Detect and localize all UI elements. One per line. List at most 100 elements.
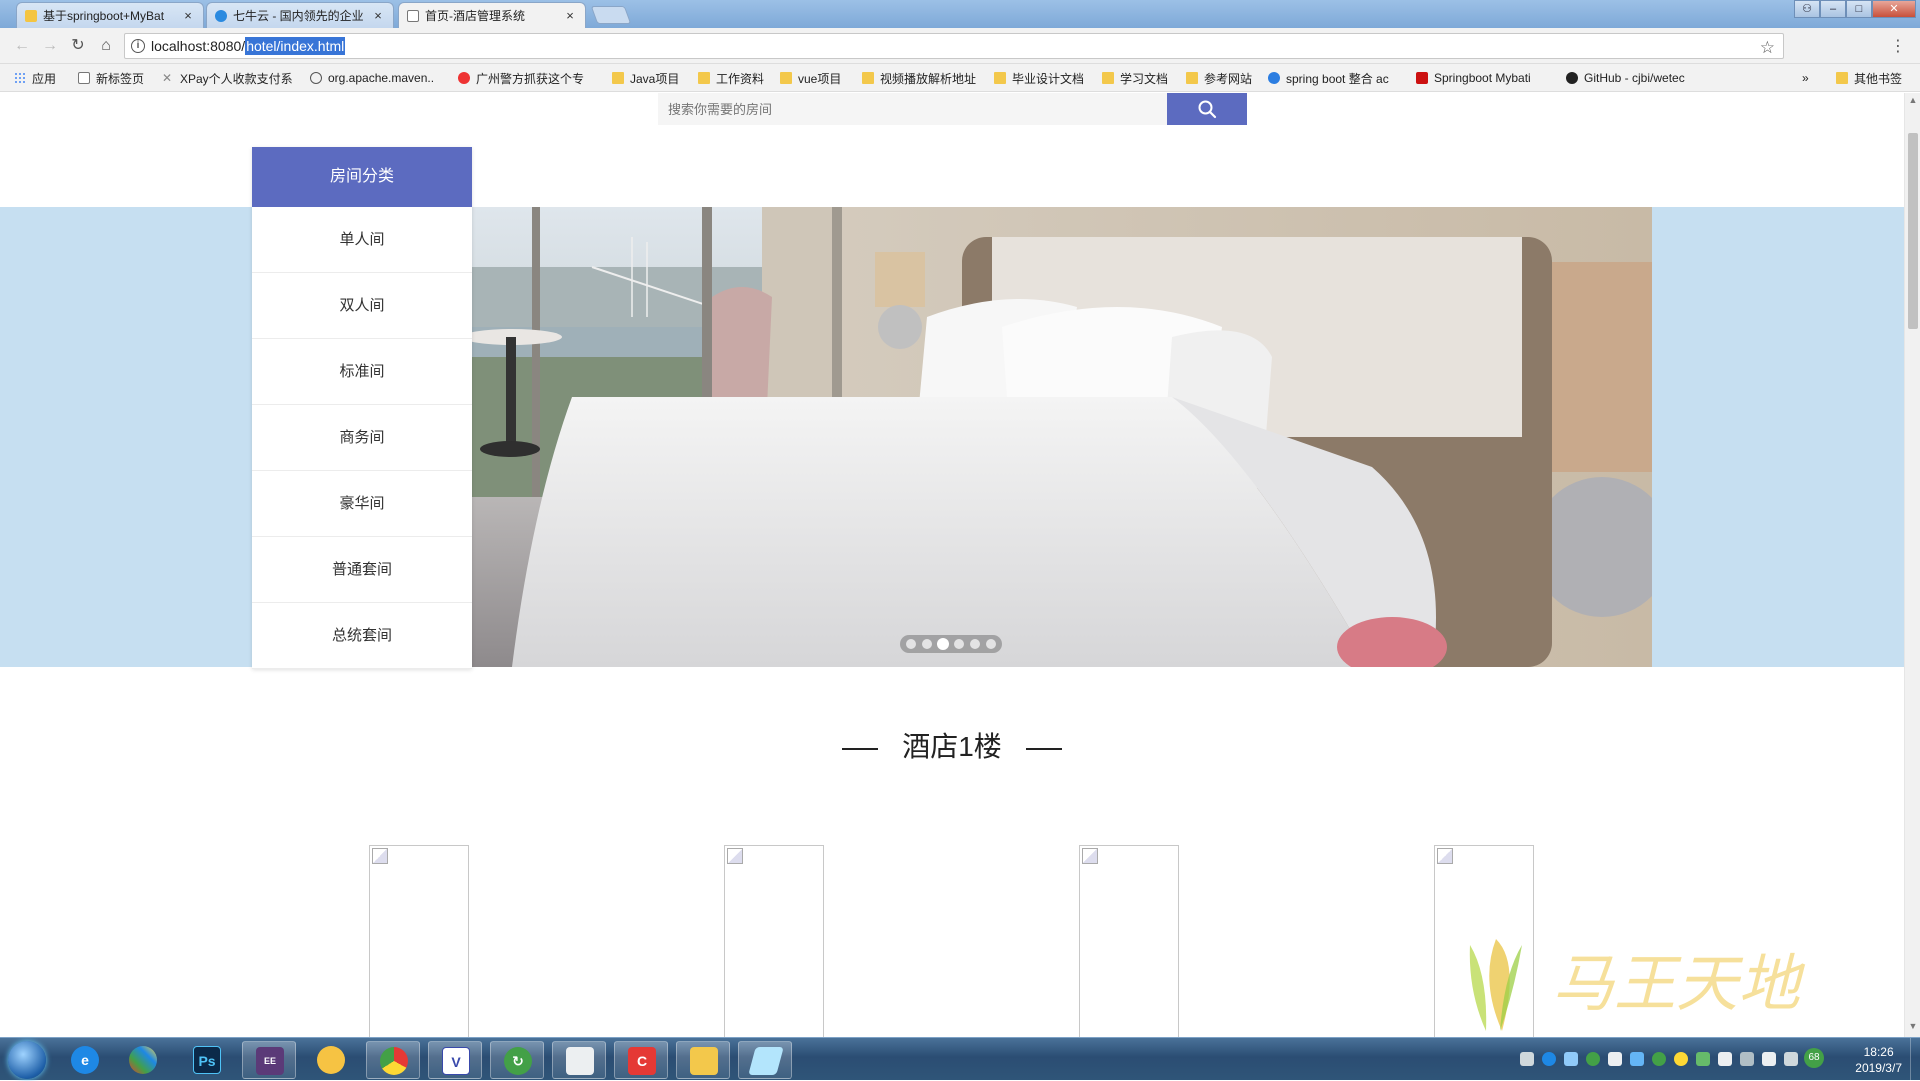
reload-icon[interactable]: ↻ xyxy=(68,36,88,56)
bookmark-item[interactable]: org.apache.maven.. xyxy=(310,70,434,86)
taskbar-app[interactable] xyxy=(116,1041,170,1079)
other-bookmarks-folder[interactable]: 其他书签 xyxy=(1836,70,1902,86)
room-card-image[interactable] xyxy=(1079,845,1179,1037)
folder-icon xyxy=(1836,72,1848,84)
browser-menu-icon[interactable]: ⋮ xyxy=(1890,36,1906,56)
close-tab-icon[interactable]: × xyxy=(371,8,385,23)
taskbar-app[interactable] xyxy=(304,1041,358,1079)
home-icon[interactable]: ⌂ xyxy=(96,36,116,56)
bookmark-label: Java项目 xyxy=(630,71,680,86)
browser-tab[interactable]: 基于springboot+MyBat × xyxy=(16,2,204,28)
carousel-dot[interactable] xyxy=(906,639,916,649)
category-deluxe-room[interactable]: 豪华间 xyxy=(252,471,472,537)
bookmark-item[interactable]: GitHub - cjbi/wetec xyxy=(1566,70,1685,86)
bookmark-item[interactable]: Springboot Mybati xyxy=(1416,70,1531,86)
tray-icon[interactable] xyxy=(1608,1052,1622,1066)
system-tray: 68 18:26 2019/3/7 xyxy=(1480,1038,1920,1081)
maximize-button[interactable]: □ xyxy=(1846,0,1872,18)
tray-icon[interactable] xyxy=(1630,1052,1644,1066)
carousel-dot[interactable] xyxy=(954,639,964,649)
carousel-dot[interactable] xyxy=(922,639,932,649)
tray-icon[interactable] xyxy=(1564,1052,1578,1066)
carousel-indicators xyxy=(900,635,1002,653)
taskbar-app-vmware[interactable]: V xyxy=(428,1041,482,1079)
taskbar-app[interactable] xyxy=(552,1041,606,1079)
category-single-room[interactable]: 单人间 xyxy=(252,207,472,273)
app-icon xyxy=(129,1046,157,1074)
back-arrow-icon[interactable]: ← xyxy=(12,36,32,56)
bookmark-folder[interactable]: Java项目 xyxy=(612,70,679,86)
minimize-button[interactable]: – xyxy=(1820,0,1846,18)
address-bar[interactable]: i localhost:8080/hotel/index.html ☆ xyxy=(124,33,1784,59)
bookmark-apps[interactable]: 应用 xyxy=(14,70,56,86)
volume-icon[interactable] xyxy=(1784,1052,1798,1066)
new-tab-button[interactable] xyxy=(590,6,632,24)
bookmark-folder[interactable]: 视频播放解析地址 xyxy=(862,70,976,86)
bookmark-star-icon[interactable]: ☆ xyxy=(1760,36,1775,60)
tray-icon[interactable] xyxy=(1718,1052,1732,1066)
hero-carousel[interactable] xyxy=(472,207,1652,667)
taskbar-app[interactable]: ↻ xyxy=(490,1041,544,1079)
taskbar-app-chrome[interactable] xyxy=(366,1041,420,1079)
tray-badge[interactable]: 68 xyxy=(1804,1048,1824,1068)
taskbar-app[interactable]: C xyxy=(614,1041,668,1079)
ie-icon: e xyxy=(71,1046,99,1074)
search-input[interactable] xyxy=(658,93,1167,125)
spring-icon xyxy=(1268,72,1280,84)
carousel-dot[interactable] xyxy=(986,639,996,649)
bookmarks-overflow-button[interactable]: » xyxy=(1802,70,1809,86)
taskbar-app-javaee[interactable]: EE xyxy=(242,1041,296,1079)
window-controls: ⚇ – □ ✕ xyxy=(1794,0,1916,18)
user-icon[interactable]: ⚇ xyxy=(1794,0,1820,18)
bookmark-item[interactable]: 新标签页 xyxy=(78,70,144,86)
tray-icon[interactable] xyxy=(1586,1052,1600,1066)
floor-section-title: 酒店1楼 xyxy=(0,725,1904,765)
bookmark-folder[interactable]: vue项目 xyxy=(780,70,841,86)
scroll-up-icon[interactable]: ▲ xyxy=(1905,95,1920,109)
browser-tab-active[interactable]: 首页-酒店管理系统 × xyxy=(398,2,586,28)
search-button[interactable] xyxy=(1167,93,1247,125)
maven-icon xyxy=(310,72,322,84)
system-clock[interactable]: 18:26 2019/3/7 xyxy=(1855,1044,1902,1076)
close-tab-icon[interactable]: × xyxy=(181,8,195,23)
bookmark-item[interactable]: spring boot 整合 ac xyxy=(1268,70,1389,86)
page-scrollbar[interactable]: ▲ ▼ xyxy=(1904,93,1920,1037)
help-icon[interactable] xyxy=(1542,1052,1556,1066)
category-standard-room[interactable]: 标准间 xyxy=(252,339,472,405)
browser-tab[interactable]: 七牛云 - 国内领先的企业 × xyxy=(206,2,394,28)
category-regular-suite[interactable]: 普通套间 xyxy=(252,537,472,603)
bookmark-folder[interactable]: 毕业设计文档 xyxy=(994,70,1084,86)
folder-icon xyxy=(1186,72,1198,84)
taskbar-app[interactable] xyxy=(738,1041,792,1079)
taskbar-app-photoshop[interactable]: Ps xyxy=(180,1041,234,1079)
start-button[interactable] xyxy=(8,1041,46,1079)
network-icon[interactable] xyxy=(1740,1052,1754,1066)
scroll-thumb[interactable] xyxy=(1908,133,1918,329)
category-presidential-suite[interactable]: 总统套间 xyxy=(252,603,472,669)
room-card-image[interactable] xyxy=(724,845,824,1037)
bookmark-item[interactable]: 广州警方抓获这个专 xyxy=(458,70,584,86)
carousel-dot[interactable] xyxy=(970,639,980,649)
keyboard-icon[interactable] xyxy=(1520,1052,1534,1066)
close-window-button[interactable]: ✕ xyxy=(1872,0,1916,18)
bookmark-folder[interactable]: 学习文档 xyxy=(1102,70,1168,86)
watermark-logo: 马王天地 xyxy=(1469,939,1806,1031)
show-desktop-button[interactable] xyxy=(1910,1038,1920,1081)
scroll-down-icon[interactable]: ▼ xyxy=(1905,1021,1920,1035)
forward-arrow-icon[interactable]: → xyxy=(40,36,60,56)
taskbar-app-ie[interactable]: e xyxy=(58,1041,112,1079)
site-info-icon[interactable]: i xyxy=(131,39,145,53)
tray-icon[interactable] xyxy=(1696,1052,1710,1066)
close-tab-icon[interactable]: × xyxy=(563,8,577,23)
category-business-room[interactable]: 商务间 xyxy=(252,405,472,471)
bookmark-folder[interactable]: 参考网站 xyxy=(1186,70,1252,86)
tray-icon[interactable] xyxy=(1652,1052,1666,1066)
bookmark-item[interactable]: ✕ XPay个人收款支付系 xyxy=(162,70,293,86)
taskbar-app-explorer[interactable] xyxy=(676,1041,730,1079)
room-card-image[interactable] xyxy=(369,845,469,1037)
flag-icon[interactable] xyxy=(1762,1052,1776,1066)
category-double-room[interactable]: 双人间 xyxy=(252,273,472,339)
carousel-dot-active[interactable] xyxy=(938,639,948,649)
bookmark-folder[interactable]: 工作资料 xyxy=(698,70,764,86)
tray-icon[interactable] xyxy=(1674,1052,1688,1066)
